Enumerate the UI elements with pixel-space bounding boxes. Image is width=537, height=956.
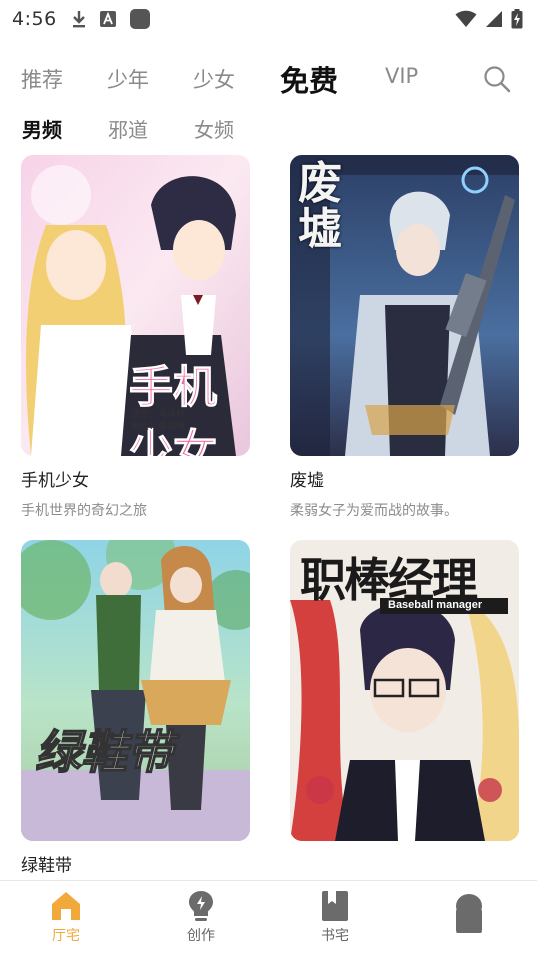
battery-charging-icon: [511, 9, 523, 29]
book-icon: [322, 891, 348, 921]
lightbulb-icon: [189, 891, 213, 921]
cover-art-green-shoelace: [21, 540, 250, 841]
tab-vip[interactable]: VIP: [385, 64, 418, 88]
comic-description: 柔弱女子为爱而战的故事。: [290, 503, 458, 519]
search-icon: [484, 66, 511, 93]
wifi-icon: [455, 10, 477, 27]
tab-recommend[interactable]: 推荐: [21, 64, 63, 94]
nav-create[interactable]: 创作: [161, 889, 241, 945]
comic-cover[interactable]: 废墟: [290, 155, 519, 456]
cover-title-text: 手机少女: [129, 362, 218, 457]
search-button[interactable]: [482, 64, 512, 94]
comic-cover[interactable]: 职棒经理 Baseball manager: [290, 540, 519, 841]
nav-create-label: 创作: [187, 928, 215, 944]
status-right-icons: [455, 9, 523, 29]
comic-title[interactable]: 手机少女: [21, 466, 89, 491]
sub-tabs: 男频 邪道 女频: [0, 110, 537, 146]
tab-free[interactable]: 免费: [280, 58, 338, 100]
status-left-icons: [71, 8, 151, 30]
app-icon: [129, 9, 150, 29]
status-time: 4:56: [12, 8, 57, 30]
comic-cover[interactable]: 绿鞋带: [21, 540, 250, 841]
nav-home-label: 厅宅: [52, 928, 80, 944]
status-bar: 4:56: [0, 0, 537, 38]
download-icon: [72, 11, 85, 28]
comic-title[interactable]: 废墟: [290, 466, 324, 491]
category-tabs: 推荐 少年 少女 免费 VIP: [0, 56, 537, 100]
cover-subtitle-text: Baseball manager: [388, 599, 483, 611]
comic-list: 手机少女 原作：马泽林 编绘：束同坤 手机少女 手机世界的奇幻之旅 废墟 废墟 …: [0, 154, 537, 880]
cover-title-text: 废墟: [298, 158, 342, 255]
signal-icon: [486, 11, 502, 27]
comic-title[interactable]: 绿鞋带: [21, 851, 72, 876]
tab-shounen[interactable]: 少年: [107, 64, 149, 94]
subtab-xiedao[interactable]: 邪道: [108, 114, 148, 143]
text-a-icon: [99, 11, 116, 27]
comic-cover[interactable]: 手机少女 原作：马泽林 编绘：束同坤: [21, 155, 250, 456]
nav-profile[interactable]: [429, 889, 509, 933]
nav-bookshelf[interactable]: 书宅: [295, 889, 375, 945]
cover-credit-artist: 编绘：束同坤: [131, 422, 186, 432]
subtab-female[interactable]: 女频: [194, 114, 234, 143]
cover-title-text: 绿鞋带: [34, 724, 174, 780]
nav-bookshelf-label: 书宅: [321, 928, 349, 944]
home-icon: [52, 892, 80, 920]
profile-icon: [456, 894, 482, 933]
nav-home[interactable]: 厅宅: [26, 889, 106, 945]
bottom-nav: 厅宅 创作 书宅: [0, 880, 537, 956]
tab-shoujo[interactable]: 少女: [193, 64, 235, 94]
comic-description: 手机世界的奇幻之旅: [21, 503, 147, 519]
subtab-male[interactable]: 男频: [22, 114, 62, 143]
